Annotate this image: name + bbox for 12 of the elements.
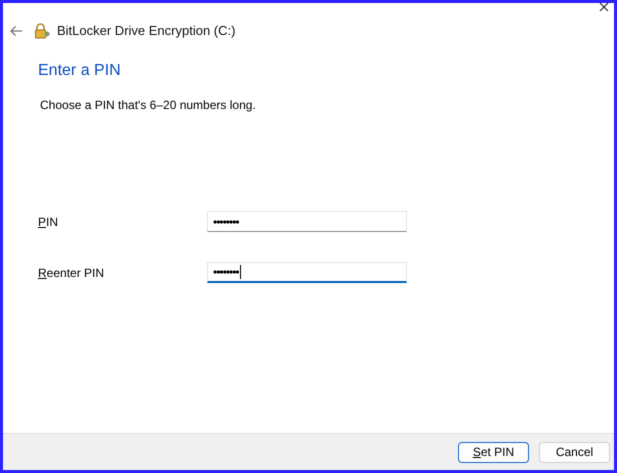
description-text: Choose a PIN that's 6–20 numbers long. bbox=[40, 97, 257, 113]
back-arrow-icon[interactable] bbox=[9, 25, 23, 37]
pin-field[interactable]: •••••••• bbox=[207, 211, 407, 232]
padlock-key-icon bbox=[34, 22, 52, 40]
window-title: BitLocker Drive Encryption (C:) bbox=[57, 22, 236, 40]
close-icon[interactable] bbox=[599, 3, 609, 12]
field-label: PIN bbox=[38, 214, 60, 230]
page-heading: Enter a PIN bbox=[38, 61, 122, 81]
pin-field[interactable]: •••••••• bbox=[207, 262, 407, 283]
field-label: Reenter PIN bbox=[38, 264, 106, 282]
cancel-button[interactable]: Cancel bbox=[539, 442, 610, 462]
set-pin-button[interactable]: Set PIN bbox=[458, 442, 529, 462]
